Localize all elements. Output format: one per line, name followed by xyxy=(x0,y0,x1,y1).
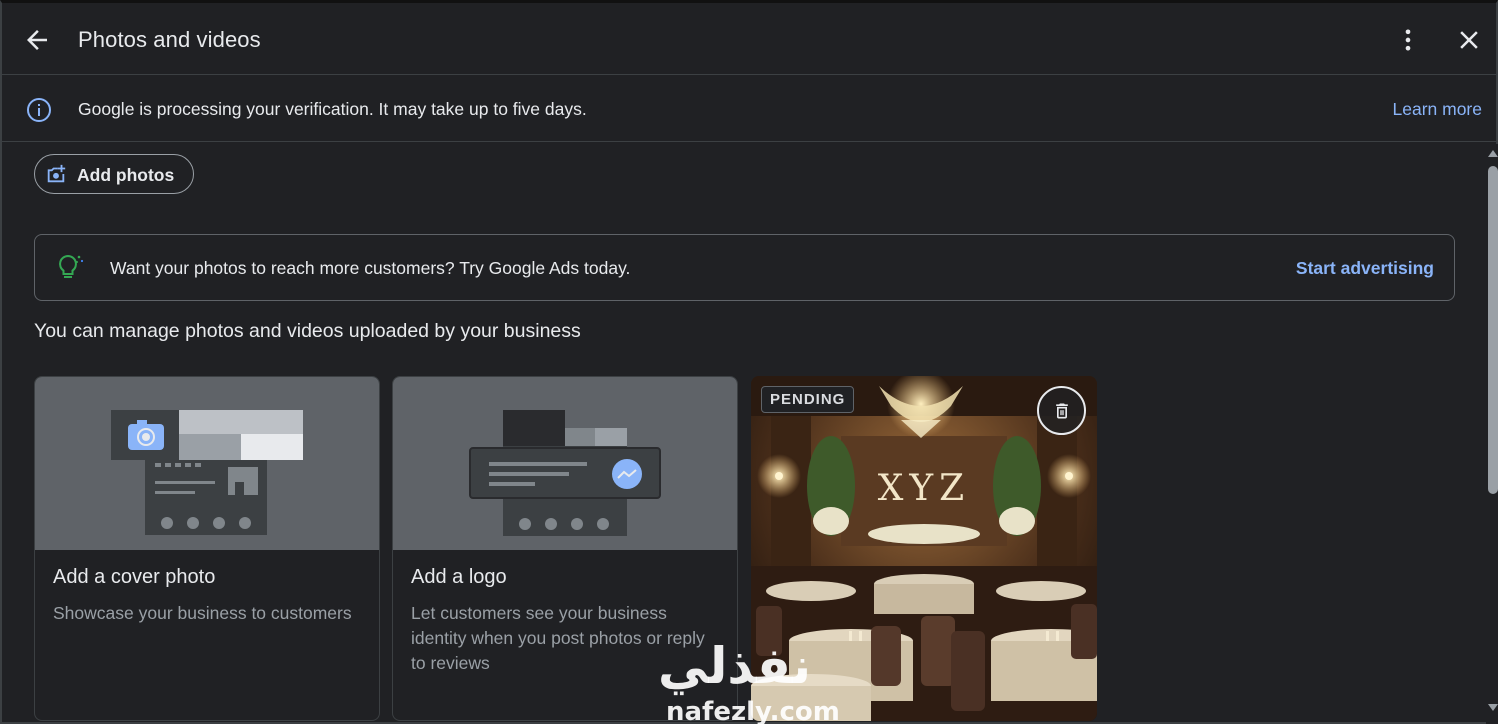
start-advertising-link[interactable]: Start advertising xyxy=(1296,258,1434,279)
scroll-down-arrow[interactable] xyxy=(1488,704,1498,711)
dialog-title: Photos and videos xyxy=(78,27,261,52)
tile-description: Showcase your business to customers xyxy=(53,603,352,623)
pending-badge: PENDING xyxy=(761,386,855,413)
add-photos-label: Add photos xyxy=(77,165,175,185)
back-button[interactable] xyxy=(22,25,52,55)
delete-photo-button[interactable] xyxy=(1037,386,1086,435)
ads-message: Want your photos to reach more customers… xyxy=(110,258,631,278)
scroll-thumb[interactable] xyxy=(1488,166,1498,494)
watermark-arabic: نفذلي xyxy=(658,637,812,695)
logo-badge-icon xyxy=(612,459,642,489)
close-button[interactable] xyxy=(1454,25,1484,55)
learn-more-link[interactable]: Learn more xyxy=(1393,99,1483,120)
add-photos-button[interactable]: Add photos xyxy=(34,154,194,194)
section-title: You can manage photos and videos uploade… xyxy=(34,320,581,342)
tile-title: Add a logo xyxy=(411,566,507,588)
more-vert-icon xyxy=(1405,29,1411,51)
google-ads-card: Want your photos to reach more customers… xyxy=(34,234,1455,301)
photos-dialog: Photos and videos Google is processing y… xyxy=(0,0,1498,724)
dialog-header: Photos and videos xyxy=(2,3,1496,75)
verification-message: Google is processing your verification. … xyxy=(78,99,587,119)
add-photo-icon xyxy=(47,164,66,183)
tile-title: Add a cover photo xyxy=(53,566,216,588)
verification-banner: Google is processing your verification. … xyxy=(2,75,1496,142)
scroll-up-arrow[interactable] xyxy=(1488,150,1498,157)
close-icon xyxy=(1460,31,1478,49)
cover-photo-illustration xyxy=(35,377,379,550)
camera-icon xyxy=(128,420,164,450)
logo-illustration xyxy=(393,377,737,550)
arrow-back-icon xyxy=(27,30,47,50)
info-icon xyxy=(27,98,51,122)
more-options-button[interactable] xyxy=(1394,25,1422,55)
scrollbar[interactable] xyxy=(1486,144,1498,724)
watermark-latin: nafezly.com xyxy=(666,697,840,724)
delete-icon xyxy=(1056,403,1068,419)
add-cover-photo-card[interactable]: Add a cover photo Showcase your business… xyxy=(34,376,380,721)
lightbulb-icon xyxy=(59,254,84,278)
sign-text: XYZ xyxy=(878,468,970,509)
